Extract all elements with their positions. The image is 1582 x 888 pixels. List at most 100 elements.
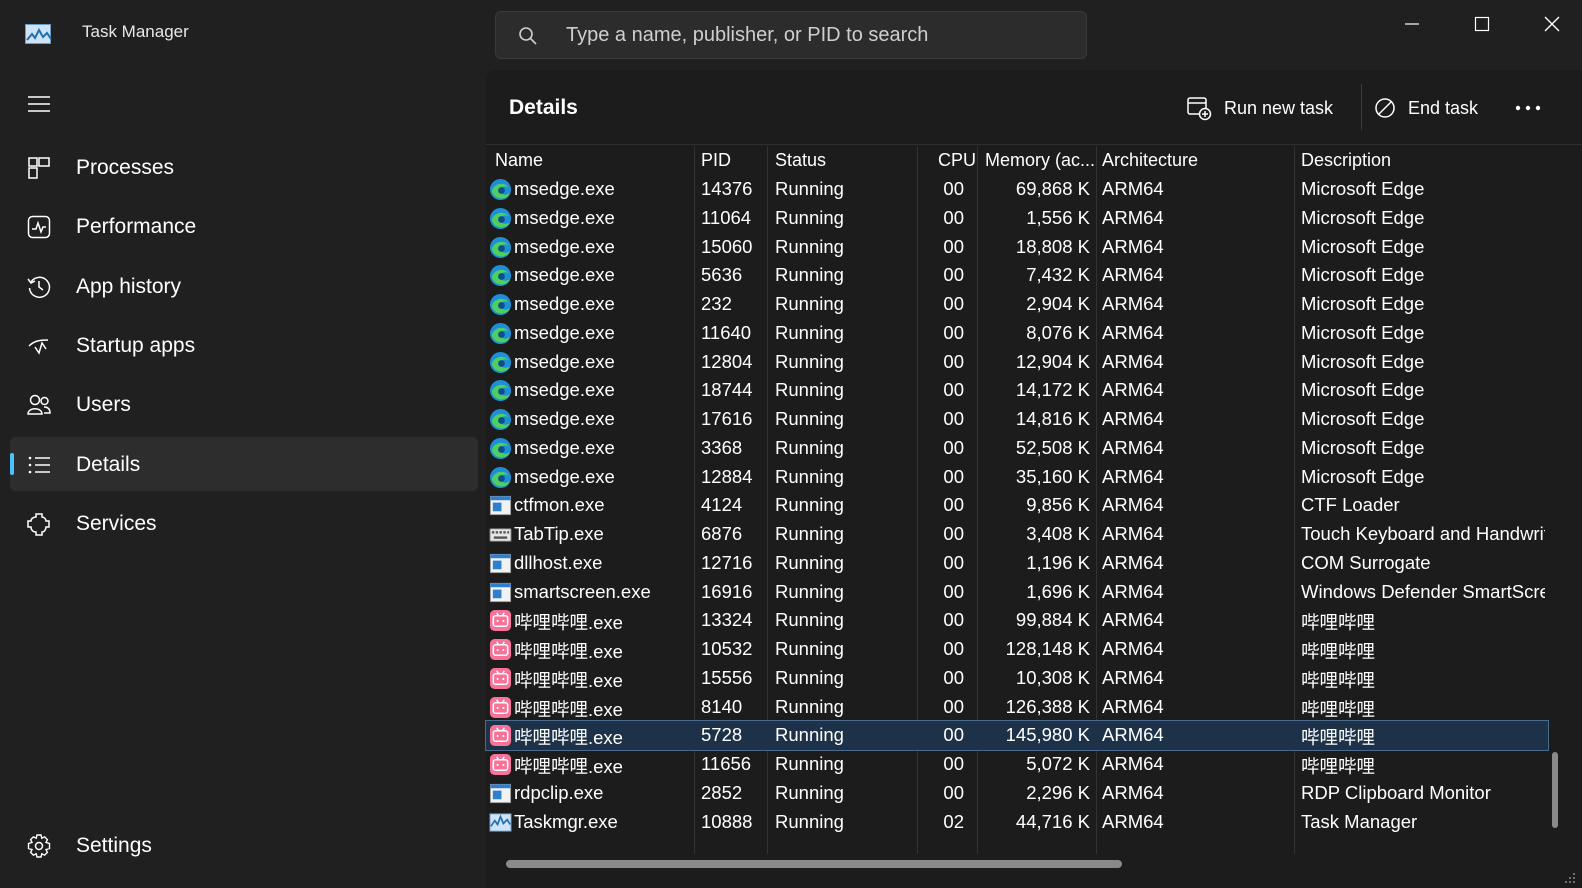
- more-options-button[interactable]: [1514, 90, 1554, 126]
- process-status: Running: [775, 379, 844, 401]
- table-row[interactable]: 哔哩哔哩.exe 11656 Running 00 5,072 K ARM64 哔哩哔哩: [486, 750, 1548, 779]
- process-architecture: ARM64: [1102, 379, 1164, 401]
- search-input[interactable]: [566, 22, 1066, 48]
- table-row[interactable]: msedge.exe 11640 Running 00 8,076 K ARM64 Micr…: [486, 319, 1548, 348]
- table-row[interactable]: msedge.exe 14376 Running 00 69,868 K ARM64 Mic…: [486, 175, 1548, 204]
- sidebar-item-services[interactable]: Services: [10, 496, 478, 550]
- table-row[interactable]: msedge.exe 18744 Running 00 14,172 K ARM64 Mic…: [486, 376, 1548, 405]
- table-row[interactable]: rdpclip.exe 2852 Running 00 2,296 K ARM64 RDP …: [486, 779, 1548, 808]
- table-row[interactable]: msedge.exe 12804 Running 00 12,904 K ARM64 Mic…: [486, 348, 1548, 377]
- process-architecture: ARM64: [1102, 638, 1164, 659]
- process-architecture: ARM64: [1102, 753, 1164, 774]
- search-box[interactable]: [495, 11, 1087, 59]
- process-pid: 5636: [701, 264, 743, 286]
- close-button[interactable]: [1530, 6, 1574, 42]
- process-memory: 14,816 K: [1015, 408, 1090, 429]
- table-row[interactable]: msedge.exe 3368 Running 00 52,508 K ARM64 Micr…: [486, 434, 1548, 463]
- process-description: COM Surrogate: [1301, 551, 1431, 573]
- sidebar-item-label: Services: [76, 512, 157, 535]
- process-pid: 15556: [701, 666, 753, 688]
- table-row[interactable]: 哔哩哔哩.exe 8140 Running 00 126,388 K ARM64 哔哩哔哩: [486, 693, 1548, 722]
- table-row[interactable]: msedge.exe 5636 Running 00 7,432 K ARM64 Micro…: [486, 261, 1548, 290]
- column-header-description[interactable]: Description: [1301, 150, 1391, 171]
- table-row[interactable]: 哔哩哔哩.exe 10532 Running 00 128,148 K ARM64 哔哩哔哩: [486, 635, 1548, 664]
- process-status: Running: [775, 494, 844, 516]
- sidebar-item-label: Details: [76, 453, 141, 476]
- toolbar-divider: [1361, 84, 1362, 130]
- task-manager-app-icon: [25, 24, 52, 44]
- process-architecture: ARM64: [1102, 436, 1164, 458]
- edge-icon: [489, 207, 512, 229]
- end-task-button[interactable]: End task: [1374, 90, 1478, 126]
- sidebar-item-performance[interactable]: Performance: [10, 199, 478, 253]
- process-status: Running: [775, 666, 844, 688]
- table-row[interactable]: msedge.exe 17616 Running 00 14,816 K ARM64 Mic…: [486, 405, 1548, 434]
- column-header-architecture[interactable]: Architecture: [1102, 150, 1198, 171]
- table-row[interactable]: dllhost.exe 12716 Running 00 1,196 K ARM64 COM…: [486, 549, 1548, 578]
- column-header-pid[interactable]: PID: [701, 150, 731, 171]
- process-cpu: 00: [943, 436, 964, 458]
- process-pid: 12716: [701, 551, 753, 573]
- bilibili-icon: [489, 667, 512, 689]
- table-row[interactable]: msedge.exe 15060 Running 00 18,808 K ARM64 Mic…: [486, 233, 1548, 262]
- process-memory: 18,808 K: [1015, 235, 1090, 257]
- maximize-button[interactable]: [1460, 6, 1504, 42]
- sidebar-item-processes[interactable]: Processes: [10, 140, 478, 194]
- process-pid: 13324: [701, 609, 753, 631]
- table-row[interactable]: 哔哩哔哩.exe 5728 Running 00 145,980 K ARM64 哔哩哔哩: [485, 720, 1549, 752]
- run-new-task-button[interactable]: Run new task: [1186, 90, 1333, 126]
- sidebar-item-users[interactable]: Users: [10, 377, 478, 431]
- column-header-cpu[interactable]: CPU: [938, 150, 976, 171]
- resize-grip-icon[interactable]: [1562, 870, 1576, 884]
- column-header-status[interactable]: Status: [775, 150, 826, 171]
- process-cpu: 00: [943, 379, 964, 401]
- sidebar-item-details[interactable]: Details: [10, 437, 478, 491]
- process-architecture: ARM64: [1102, 551, 1164, 573]
- process-memory: 128,148 K: [1005, 638, 1090, 659]
- process-description: Microsoft Edge: [1301, 321, 1425, 343]
- process-description: Microsoft Edge: [1301, 235, 1425, 257]
- table-row[interactable]: msedge.exe 11064 Running 00 1,556 K ARM64 Micr…: [486, 204, 1548, 233]
- startup-icon: [28, 339, 49, 355]
- process-name: TabTip.exe: [514, 523, 604, 544]
- process-architecture: ARM64: [1102, 465, 1164, 487]
- minimize-button[interactable]: [1390, 6, 1434, 42]
- process-memory: 8,076 K: [1026, 321, 1090, 343]
- process-name: 哔哩哔哩.exe: [514, 756, 623, 777]
- window-icon: [489, 582, 512, 602]
- edge-icon: [489, 178, 512, 201]
- process-architecture: ARM64: [1102, 235, 1164, 257]
- process-name: smartscreen.exe: [514, 580, 651, 602]
- keyboard-icon: [489, 528, 512, 542]
- process-pid: 16916: [701, 580, 753, 602]
- process-pid: 14376: [701, 178, 753, 199]
- table-row[interactable]: 哔哩哔哩.exe 13324 Running 00 99,884 K ARM64 哔哩哔哩: [486, 606, 1548, 635]
- process-pid: 11656: [701, 753, 752, 774]
- hamburger-menu-icon[interactable]: [26, 92, 52, 116]
- process-pid: 8140: [701, 695, 743, 717]
- process-architecture: ARM64: [1102, 724, 1164, 746]
- table-row[interactable]: msedge.exe 12884 Running 00 35,160 K ARM64 Mic…: [486, 463, 1548, 492]
- sidebar-item-startup-apps[interactable]: Startup apps: [10, 318, 478, 372]
- process-name: msedge.exe: [514, 178, 615, 199]
- edge-icon: [489, 293, 512, 316]
- sidebar-item-app-history[interactable]: App history: [10, 259, 478, 313]
- table-row[interactable]: Taskmgr.exe 10888 Running 02 44,716 K ARM64 Ta…: [486, 808, 1548, 837]
- table-row[interactable]: ctfmon.exe 4124 Running 00 9,856 K ARM64 CTF L…: [486, 491, 1548, 520]
- table-row[interactable]: msedge.exe 232 Running 00 2,904 K ARM64 Micros…: [486, 290, 1548, 319]
- process-name: 哔哩哔哩.exe: [514, 698, 623, 720]
- edge-icon: [489, 236, 512, 258]
- edge-icon: [489, 408, 512, 431]
- process-pid: 18744: [701, 379, 753, 401]
- column-header-memory[interactable]: Memory (ac...: [985, 150, 1095, 171]
- vertical-scrollbar-thumb[interactable]: [1552, 752, 1558, 828]
- process-memory: 52,508 K: [1015, 436, 1090, 458]
- process-status: Running: [775, 321, 844, 343]
- column-header-name[interactable]: Name: [495, 150, 543, 171]
- table-row[interactable]: 哔哩哔哩.exe 15556 Running 00 10,308 K ARM64 哔哩哔哩: [486, 664, 1548, 693]
- sidebar-item-settings[interactable]: Settings: [10, 818, 478, 872]
- table-row[interactable]: TabTip.exe 6876 Running 00 3,408 K ARM64 Touch…: [486, 520, 1548, 549]
- table-row[interactable]: smartscreen.exe 16916 Running 00 1,696 K ARM6…: [486, 578, 1548, 607]
- horizontal-scrollbar-thumb[interactable]: [506, 860, 1122, 868]
- process-cpu: 00: [943, 206, 964, 228]
